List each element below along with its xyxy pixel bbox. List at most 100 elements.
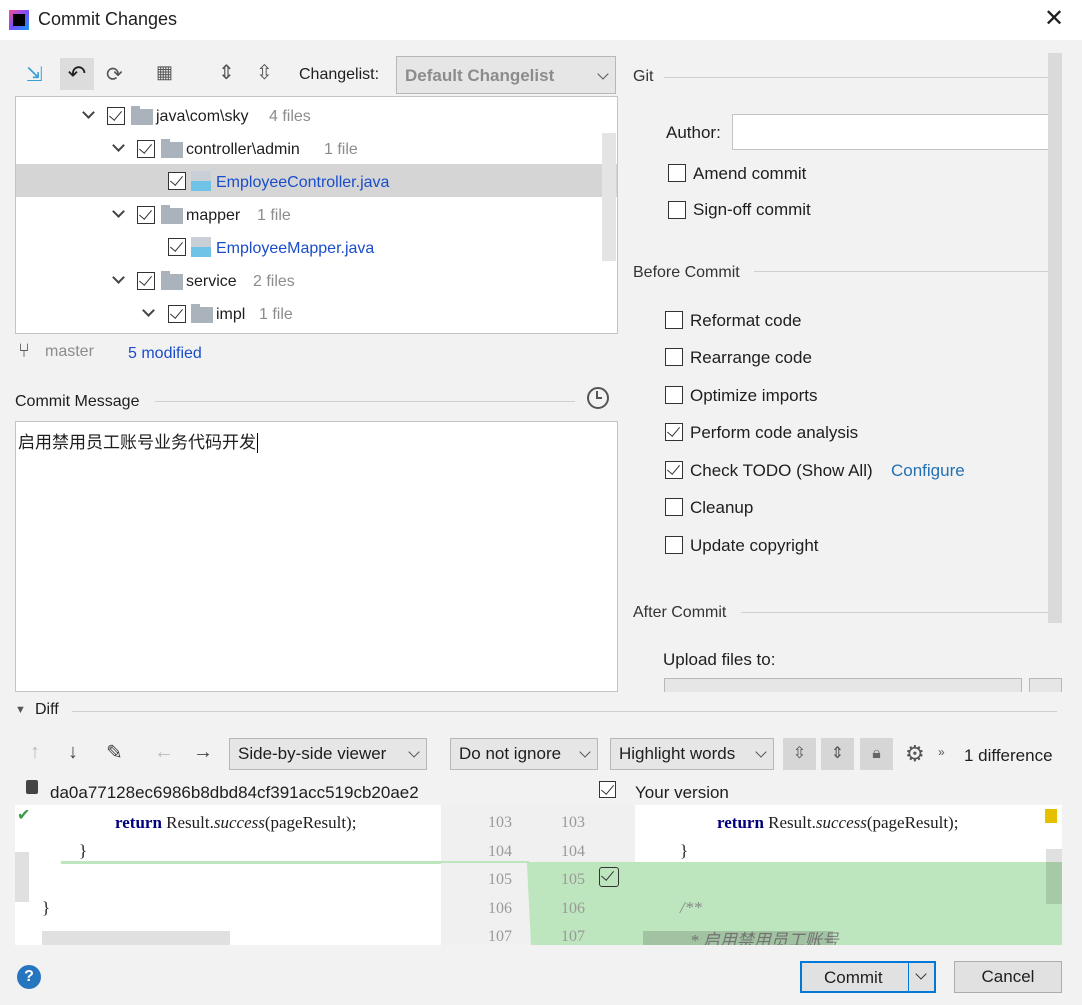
row-checkbox[interactable] [168,172,186,190]
row-count: 1 file [257,207,291,224]
forward-icon[interactable]: → [193,741,213,764]
commit-button[interactable]: Commit [800,961,936,993]
tree-row[interactable]: impl 1 file [16,299,596,332]
check-todo-checkbox[interactable] [665,461,683,479]
changelist-dropdown[interactable]: Default Changelist [396,56,616,94]
lock-icon [26,780,38,794]
edit-source-icon[interactable]: ✎ [106,740,123,765]
row-checkbox[interactable] [107,107,125,125]
commit-options-chevron-icon[interactable] [908,963,934,991]
reformat-code-checkbox[interactable] [665,311,683,329]
upload-server-dropdown[interactable] [664,678,1022,692]
update-copyright-checkbox[interactable] [665,536,683,554]
signoff-commit-checkbox[interactable] [668,201,686,219]
added-check-icon: ✔ [17,807,31,824]
modified-count-link[interactable]: 5 modified [128,345,202,363]
chevron-down-icon[interactable] [112,205,125,218]
cleanup-checkbox[interactable] [665,498,683,516]
chevron-down-icon [597,68,609,80]
changes-tree[interactable]: java\com\sky 4 files controller\admin 1 … [15,96,618,334]
viewer-value: Side-by-side viewer [238,744,387,763]
collapse-arrows-icon[interactable]: ⇲ [26,62,43,87]
diff-viewer[interactable]: ✔ return Result.success(pageResult); } }… [15,805,1062,945]
folder-icon [131,106,153,125]
rollback-icon[interactable]: ↶ [60,58,94,90]
chevron-down-icon [408,746,420,758]
row-checkbox[interactable] [168,305,186,323]
ignore-dropdown[interactable]: Do not ignore [450,738,598,770]
commit-label: Commit [824,968,883,987]
chevron-down-icon[interactable] [142,304,155,317]
right-line-number: 107 [561,928,585,945]
right-horizontal-scrollbar[interactable] [643,931,833,945]
right-scrollbar[interactable] [1046,849,1062,904]
more-icon[interactable]: » [938,745,945,759]
author-input[interactable] [732,114,1059,150]
option-label: Check TODO (Show All) [690,461,873,480]
tree-row[interactable]: EmployeeMapper.java [16,233,596,266]
difference-count: 1 difference [964,746,1053,765]
settings-gear-icon[interactable]: ⚙ [905,741,925,767]
highlight-dropdown[interactable]: Highlight words [610,738,774,770]
java-file-icon [191,237,211,257]
include-version-checkbox[interactable] [599,781,616,798]
chevron-down-icon[interactable] [112,271,125,284]
tree-row[interactable]: mapper 1 file [16,200,596,233]
tree-scrollbar[interactable] [602,133,616,261]
tree-row[interactable]: EmployeeController.java [16,167,596,200]
row-checkbox[interactable] [137,140,155,158]
next-diff-icon[interactable]: ↓ [68,741,78,764]
configure-link[interactable]: Configure [891,461,965,481]
right-line-number: 103 [561,814,585,831]
collapse-all-icon[interactable]: ⇳ [256,60,273,85]
commit-message-input[interactable]: 启用禁用员工账号业务代码开发 [15,421,618,692]
viewer-dropdown[interactable]: Side-by-side viewer [229,738,427,770]
options-scrollbar[interactable] [1048,53,1062,623]
history-clock-icon[interactable] [587,387,609,409]
previous-diff-icon[interactable]: ↑ [30,741,40,764]
branch-icon: ⑂ [18,340,30,362]
left-code-line: } [42,898,51,917]
expand-all-icon[interactable]: ⇕ [218,60,235,85]
window-title: Commit Changes [38,9,178,29]
refresh-icon[interactable]: ⟳ [106,62,123,87]
optimize-imports-checkbox[interactable] [665,386,683,404]
include-change-checkbox[interactable] [599,867,619,887]
left-line-number: 103 [488,814,512,831]
row-count: 1 file [324,141,358,158]
rearrange-code-checkbox[interactable] [665,348,683,366]
row-checkbox[interactable] [137,272,155,290]
collapse-unchanged-icon[interactable]: ⇳ [783,738,816,770]
sync-scroll-icon[interactable]: ⇕ [821,738,854,770]
tree-row[interactable]: controller\admin 1 file [16,134,596,167]
tree-row[interactable]: service 2 files [16,266,596,299]
intellij-logo-icon [9,10,29,30]
ignore-value: Do not ignore [459,744,562,763]
right-code-line: /** [680,898,702,917]
row-checkbox[interactable] [168,238,186,256]
changelist-label: Changelist: [299,66,380,83]
help-button[interactable]: ? [17,965,41,989]
left-code-line: } [79,841,88,860]
divider [664,77,1058,78]
divider [754,271,1058,272]
right-code-line: } [680,841,689,860]
tree-row[interactable]: java\com\sky 4 files [16,101,596,134]
diff-collapse-icon[interactable]: ▼ [15,704,26,716]
option-label: Cleanup [690,498,754,517]
code-analysis-checkbox[interactable] [665,423,683,441]
chevron-down-icon[interactable] [82,106,95,119]
title-bar: Commit Changes ✕ [0,0,1082,40]
close-icon[interactable]: ✕ [1044,4,1064,33]
before-commit-title: Before Commit [633,264,740,281]
left-horizontal-scrollbar[interactable] [42,931,230,945]
amend-commit-checkbox[interactable] [668,164,686,182]
lock-icon[interactable]: 🔒︎ [860,738,893,770]
back-icon[interactable]: ← [154,741,174,764]
row-label: EmployeeController.java [216,174,390,191]
chevron-down-icon[interactable] [112,139,125,152]
upload-settings-button[interactable] [1029,678,1062,692]
cancel-button[interactable]: Cancel [954,961,1062,993]
group-by-icon[interactable]: ▦ [156,62,173,83]
row-checkbox[interactable] [137,206,155,224]
